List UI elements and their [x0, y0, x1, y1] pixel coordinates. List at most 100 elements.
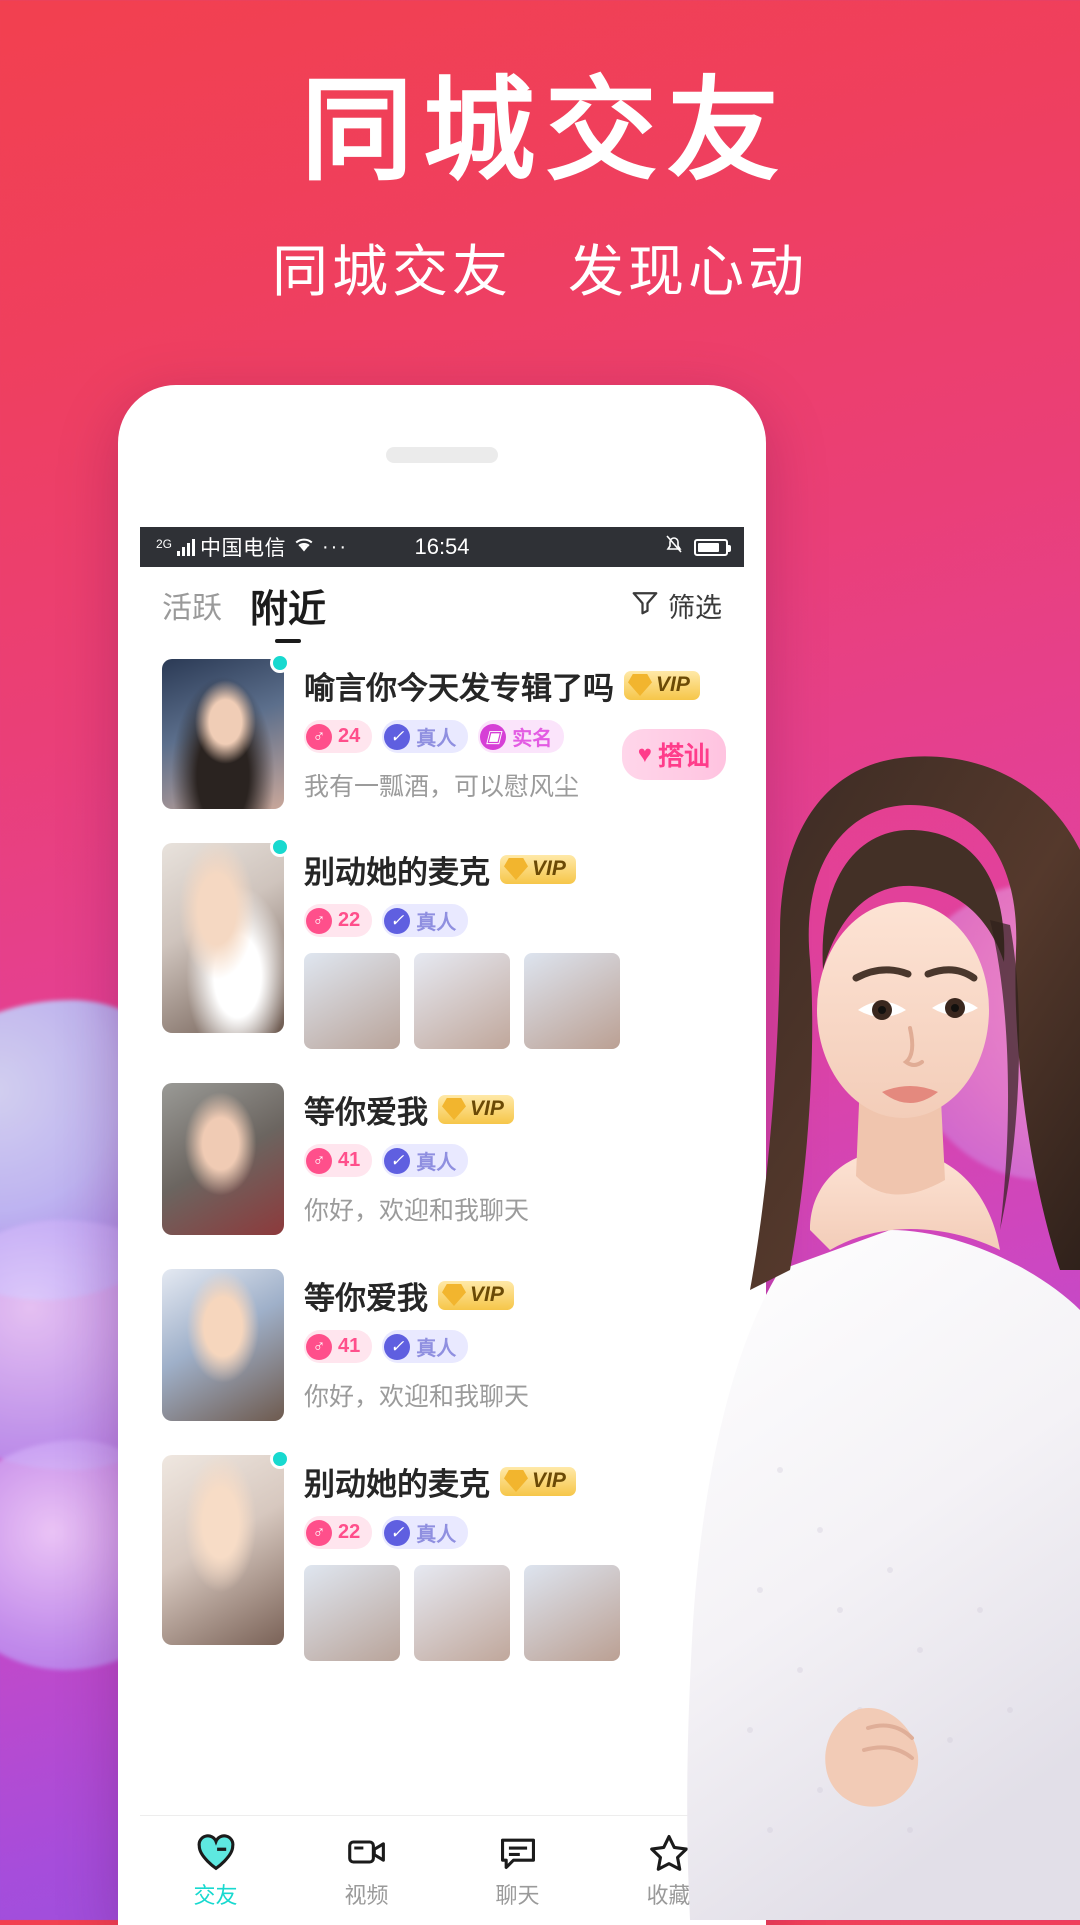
tab-active-users[interactable]: 活跃 — [162, 583, 222, 627]
tab-chat-label: 聊天 — [495, 1882, 540, 1908]
promo-header: 同城交友 同城交友 发现心动 — [0, 0, 1080, 308]
tag-verified-label: 真人 — [416, 1524, 457, 1546]
user-nickname: 别动她的麦克 — [304, 1467, 490, 1502]
avatar-wrap[interactable] — [162, 1449, 290, 1661]
chat-bubble-icon — [500, 1838, 535, 1869]
male-icon: ♂ — [306, 723, 332, 750]
avatar-wrap[interactable] — [162, 837, 290, 1049]
vip-gem-icon — [504, 858, 528, 880]
bell-mute-icon — [664, 533, 684, 561]
photo-thumb[interactable] — [524, 1565, 620, 1661]
tab-friends[interactable]: 交友 — [140, 1816, 291, 1925]
tag-verified-label: 真人 — [416, 1152, 457, 1174]
photo-thumb[interactable] — [304, 953, 400, 1049]
network-type-label: 2G — [156, 537, 173, 551]
user-nickname: 别动她的麦克 — [304, 855, 490, 890]
tab-friends-label: 交友 — [193, 1882, 238, 1908]
vip-badge: VIP — [438, 1095, 514, 1124]
tag-age-label: 24 — [338, 725, 361, 747]
online-status-dot — [270, 1449, 290, 1469]
male-icon: ♂ — [306, 1333, 332, 1360]
check-shield-icon: ✓ — [384, 1147, 411, 1174]
status-bar: 2G 中国电信 ··· 16:54 — [140, 527, 744, 567]
tag-verified: ✓ 真人 — [382, 1144, 469, 1177]
tag-age-label: 22 — [338, 909, 361, 931]
tag-verified-label: 真人 — [416, 728, 457, 750]
list-item[interactable]: 等你爱我 VIP ♂ 41 ✓ 真人 你好，欢迎和我聊天 — [162, 1067, 722, 1253]
tag-age-label: 41 — [338, 1335, 361, 1357]
bottom-tab-bar: 交友 视频 聊天 收藏 — [140, 1815, 744, 1925]
promo-subtitle-right: 发现心动 — [568, 239, 808, 303]
tag-age: ♂ 22 — [304, 1516, 373, 1549]
photo-thumb[interactable] — [524, 953, 620, 1049]
tag-verified: ✓ 真人 — [382, 904, 469, 937]
status-bar-right — [664, 533, 731, 561]
avatar[interactable] — [162, 1083, 284, 1235]
tab-video[interactable]: 视频 — [291, 1816, 442, 1925]
filter-icon — [630, 587, 660, 624]
check-shield-icon: ✓ — [384, 1519, 411, 1546]
avatar-wrap[interactable] — [162, 1269, 284, 1421]
signal-bars-icon — [177, 538, 196, 556]
heart-icon — [197, 1833, 234, 1870]
photo-thumb[interactable] — [414, 953, 510, 1049]
vip-badge: VIP — [500, 855, 576, 884]
photo-thumb[interactable] — [414, 1565, 510, 1661]
top-nav: 活跃 附近 筛选 — [140, 567, 744, 643]
vip-badge: VIP — [500, 1467, 576, 1496]
vip-gem-icon — [442, 1098, 466, 1120]
vip-gem-icon — [504, 1470, 528, 1492]
vip-label: VIP — [532, 857, 566, 880]
avatar-wrap[interactable] — [162, 653, 290, 809]
tag-realname-label: 实名 — [512, 728, 553, 750]
user-list: 喻言你今天发专辑了吗 VIP ♂ 24 ✓ 真人 ▣ 实名 我有一瓢酒，可以慰风尘 — [140, 643, 744, 1679]
vip-badge: VIP — [624, 671, 700, 700]
battery-icon — [694, 538, 731, 556]
tag-age-label: 22 — [338, 1521, 361, 1543]
tab-video-label: 视频 — [344, 1882, 389, 1908]
phone-screen: 2G 中国电信 ··· 16:54 活跃 附近 筛选 喻言你今天发专辑了吗 VI… — [140, 527, 744, 1925]
promo-subtitle-left: 同城交友 — [272, 239, 512, 303]
filter-label: 筛选 — [668, 592, 722, 623]
avatar-wrap[interactable] — [162, 1083, 284, 1235]
avatar[interactable] — [162, 843, 284, 1033]
video-camera-icon — [347, 1839, 385, 1864]
tag-age: ♂ 41 — [304, 1330, 373, 1363]
check-shield-icon: ✓ — [384, 723, 411, 750]
online-status-dot — [270, 837, 290, 857]
model-photo — [687, 756, 1080, 1920]
user-nickname: 喻言你今天发专辑了吗 — [304, 671, 614, 706]
tag-age: ♂ 24 — [304, 720, 373, 753]
avatar[interactable] — [162, 1269, 284, 1421]
status-bar-time: 16:54 — [414, 534, 470, 559]
list-item[interactable]: 喻言你今天发专辑了吗 VIP ♂ 24 ✓ 真人 ▣ 实名 我有一瓢酒，可以慰风尘 — [162, 643, 726, 827]
filter-button[interactable]: 筛选 — [630, 586, 722, 625]
male-icon: ♂ — [306, 1519, 332, 1546]
list-item[interactable]: 等你爱我 VIP ♂ 41 ✓ 真人 你好，欢迎和我聊天 — [162, 1253, 722, 1439]
check-shield-icon: ✓ — [384, 1333, 411, 1360]
check-shield-icon: ✓ — [384, 907, 411, 934]
tab-nearby[interactable]: 附近 — [250, 578, 326, 633]
photo-thumb[interactable] — [304, 1565, 400, 1661]
online-status-dot — [270, 653, 290, 673]
phone-speaker — [386, 447, 498, 463]
vip-gem-icon — [442, 1284, 466, 1306]
tag-age: ♂ 41 — [304, 1144, 373, 1177]
user-nickname: 等你爱我 — [304, 1095, 428, 1130]
user-nickname: 等你爱我 — [304, 1281, 428, 1316]
more-dots-icon: ··· — [322, 535, 348, 558]
vip-label: VIP — [656, 673, 690, 696]
tag-verified: ✓ 真人 — [382, 1516, 469, 1549]
tag-realname: ▣ 实名 — [478, 720, 565, 753]
tab-chat[interactable]: 聊天 — [442, 1816, 593, 1925]
avatar[interactable] — [162, 1455, 284, 1645]
avatar[interactable] — [162, 659, 284, 809]
tag-verified: ✓ 真人 — [382, 720, 469, 753]
id-card-icon: ▣ — [480, 723, 507, 750]
list-item[interactable]: 别动她的麦克 VIP ♂ 22 ✓ 真人 — [162, 1439, 722, 1679]
list-item[interactable]: 别动她的麦克 VIP ♂ 22 ✓ 真人 — [162, 827, 722, 1067]
promo-headline: 同城交友 — [301, 68, 789, 193]
wifi-icon — [291, 534, 317, 560]
male-icon: ♂ — [306, 1147, 332, 1174]
vip-badge: VIP — [438, 1281, 514, 1310]
